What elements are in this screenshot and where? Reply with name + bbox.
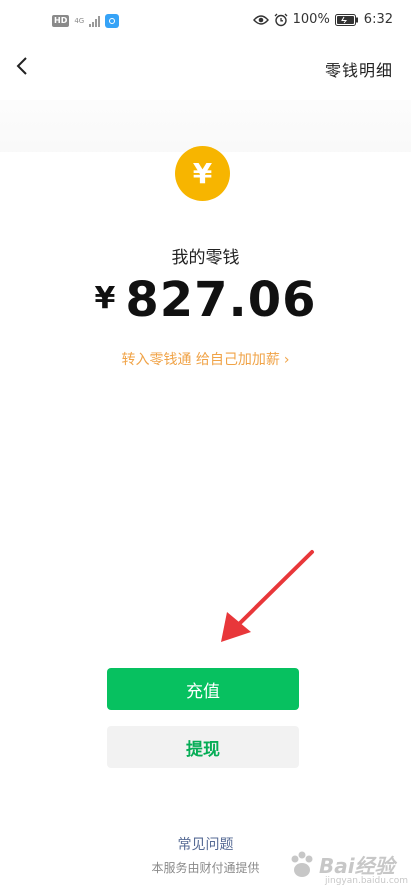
coin-icon: ¥ (175, 146, 230, 201)
alarm-icon (274, 13, 288, 27)
battery-icon (334, 13, 359, 26)
signal-icon (89, 15, 101, 27)
back-icon[interactable] (8, 52, 36, 80)
network-type: 4G (74, 17, 85, 25)
background-band (0, 100, 411, 152)
clock-time: 6:32 (363, 12, 393, 27)
eye-icon (252, 14, 269, 26)
status-right: 100% 6:32 (252, 12, 393, 27)
status-bar: HD 4G 100% 6:32 (0, 0, 411, 44)
transfer-promo-link[interactable]: 转入零钱通 给自己加加薪 › (0, 349, 411, 369)
nav-bar: 零钱明细 (0, 44, 411, 90)
recharge-button[interactable]: 充值 (107, 668, 299, 710)
battery-percent: 100% (292, 12, 330, 27)
promo-text: 转入零钱通 给自己加加薪 (121, 352, 280, 368)
balance-details-link[interactable]: 零钱明细 (325, 57, 393, 81)
amount-value: 827.06 (125, 272, 317, 328)
watermark-text: Bai经验 (319, 854, 395, 878)
watermark-url: jingyan.baidu.com (325, 876, 409, 886)
balance-amount: ¥827.06 (0, 272, 411, 328)
watermark: Bai经验 jingyan.baidu.com (285, 848, 409, 890)
paw-icon (291, 851, 313, 877)
status-left: HD 4G (52, 14, 120, 28)
hd-indicator: HD (52, 15, 70, 27)
balance-label: 我的零钱 (171, 248, 240, 268)
chevron-right-icon: › (283, 352, 290, 368)
currency-symbol: ¥ (94, 281, 116, 316)
withdraw-button[interactable]: 提现 (107, 726, 299, 768)
app-notification-icon (105, 14, 120, 28)
arrow-annotation-icon (221, 550, 314, 642)
